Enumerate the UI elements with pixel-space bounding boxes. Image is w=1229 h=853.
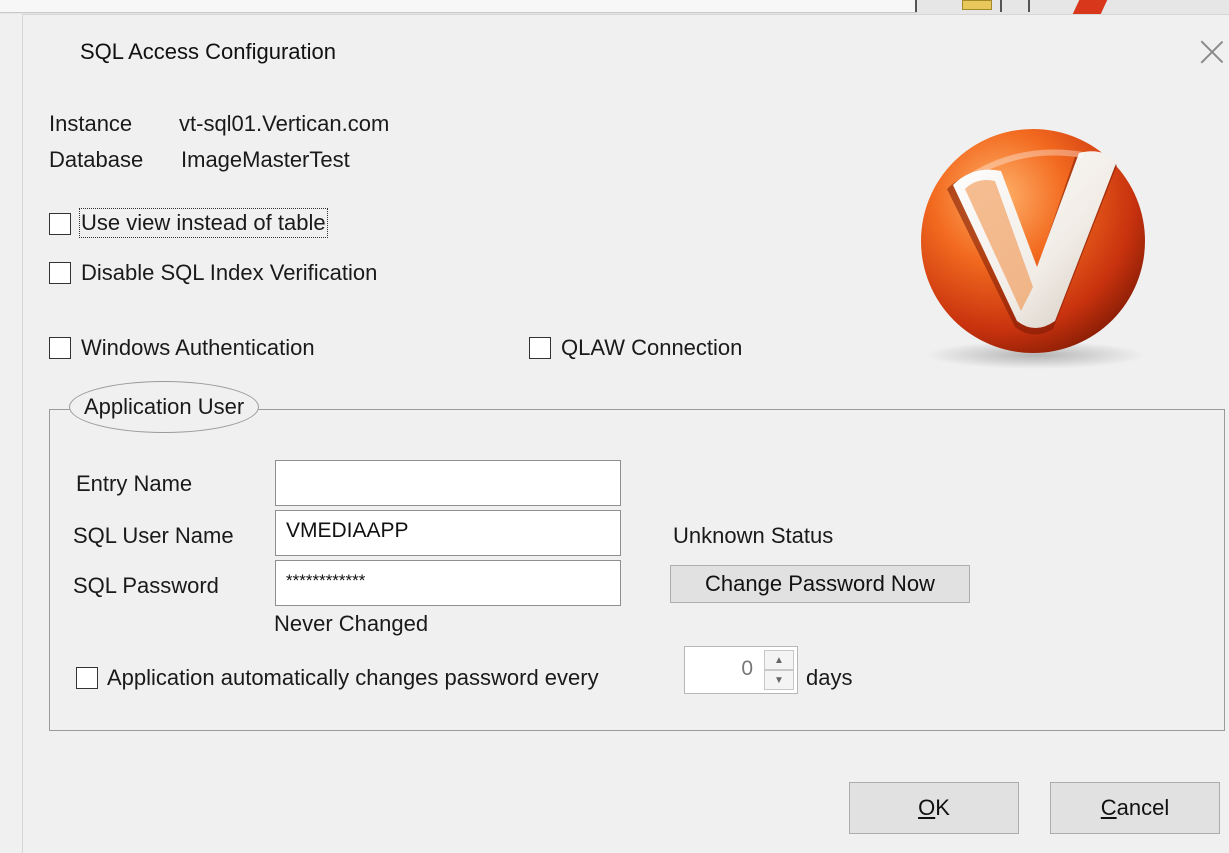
spinner-arrows: ▲ ▼ — [764, 650, 794, 690]
background-divider — [1000, 0, 1002, 12]
chevron-down-icon[interactable]: ▼ — [764, 670, 794, 690]
background-divider — [915, 0, 917, 12]
ok-mnemonic: O — [918, 795, 936, 820]
dialog-title: SQL Access Configuration — [80, 39, 336, 64]
auto-change-password-label[interactable]: Application automatically changes passwo… — [107, 665, 599, 691]
use-view-label[interactable]: Use view instead of table — [79, 208, 328, 238]
windows-authentication-checkbox[interactable] — [49, 337, 71, 359]
sql-password-label: SQL Password — [73, 573, 219, 598]
sql-user-name-label: SQL User Name — [73, 523, 234, 548]
database-label: Database — [49, 147, 144, 172]
never-changed-text: Never Changed — [274, 611, 429, 636]
cancel-mnemonic: C — [1100, 795, 1117, 820]
cancel-label-rest: ancel — [1116, 795, 1170, 820]
chevron-up-icon[interactable]: ▲ — [764, 650, 794, 670]
application-user-legend: Application User — [69, 381, 260, 433]
status-text: Unknown Status — [673, 523, 834, 548]
instance-value: vt-sql01.Vertican.com — [179, 111, 390, 136]
disable-index-verification-label[interactable]: Disable SQL Index Verification — [81, 260, 377, 286]
days-spinner[interactable]: 0 ▲ ▼ — [684, 646, 798, 694]
ok-label-rest: K — [935, 795, 950, 820]
disable-index-verification-checkbox[interactable] — [49, 262, 71, 284]
cancel-button[interactable]: Cancel — [1050, 782, 1220, 834]
vertican-logo-icon — [921, 129, 1145, 369]
days-value[interactable]: 0 — [741, 657, 753, 681]
sql-user-name-input[interactable]: VMEDIAAPP — [275, 510, 621, 556]
entry-name-label: Entry Name — [76, 471, 193, 496]
ok-button[interactable]: OK — [849, 782, 1019, 834]
use-view-checkbox[interactable] — [49, 213, 71, 235]
days-label: days — [806, 665, 853, 690]
qlaw-connection-label[interactable]: QLAW Connection — [561, 335, 742, 361]
windows-authentication-label[interactable]: Windows Authentication — [81, 335, 315, 361]
background-folder-icon — [962, 0, 992, 10]
background-toolbar — [0, 0, 917, 13]
sql-access-configuration-dialog: SQL Access Configuration Instance vt-sql… — [22, 14, 1229, 853]
instance-label: Instance — [49, 111, 133, 136]
background-app-icon — [1072, 0, 1108, 14]
background-divider — [1028, 0, 1030, 12]
qlaw-connection-checkbox[interactable] — [529, 337, 551, 359]
change-password-now-button[interactable]: Change Password Now — [670, 565, 970, 603]
close-icon[interactable] — [1199, 39, 1225, 65]
background-window-strip — [0, 0, 1229, 14]
entry-name-input[interactable] — [275, 460, 621, 506]
sql-password-input[interactable]: ************ — [275, 560, 621, 606]
database-value: ImageMasterTest — [181, 147, 350, 172]
auto-change-password-checkbox[interactable] — [76, 667, 98, 689]
